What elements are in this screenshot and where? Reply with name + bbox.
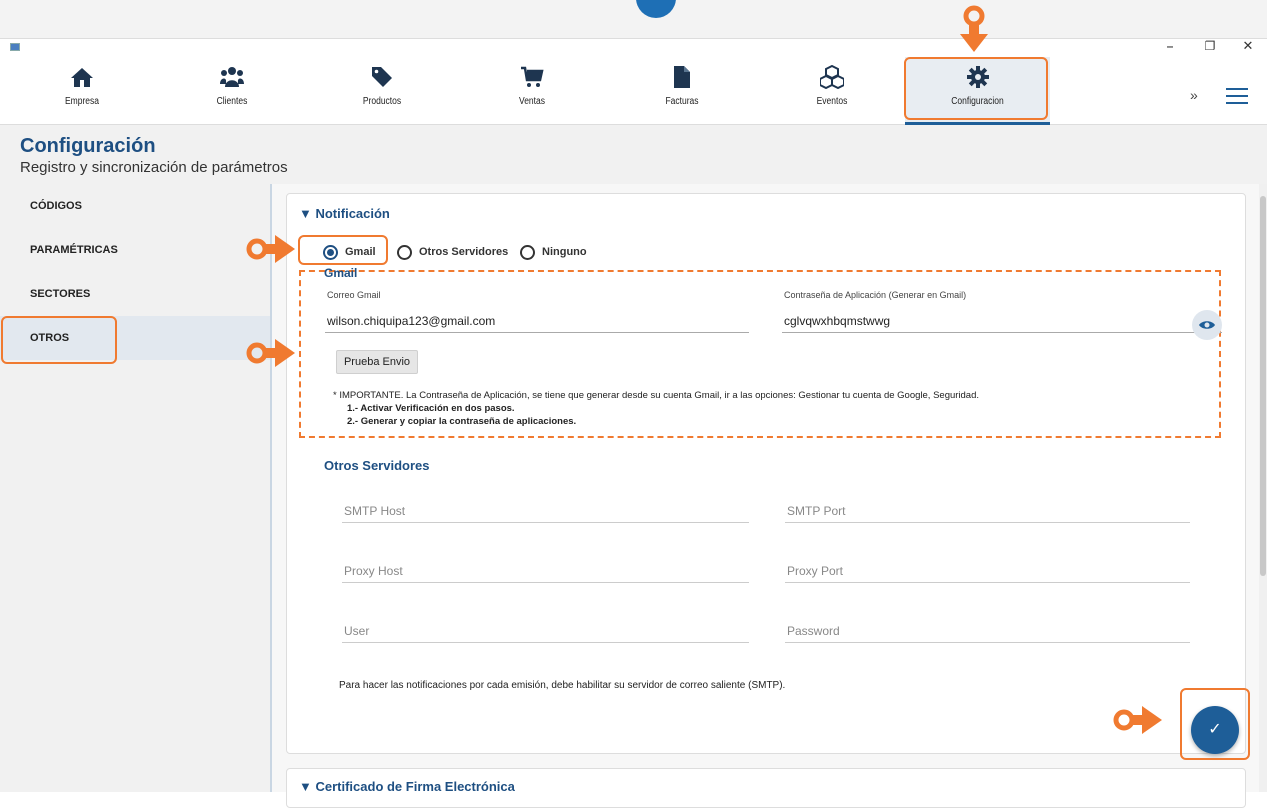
nav-empresa[interactable]: Empresa	[12, 57, 152, 123]
email-field[interactable]: wilson.chiquipa123@gmail.com	[327, 314, 495, 328]
nav-ventas[interactable]: Ventas	[462, 57, 602, 123]
password-input-underline	[785, 642, 1190, 643]
nav-label: Clientes	[216, 96, 248, 107]
nav-label: Facturas	[665, 96, 699, 107]
highlight-configuracion	[904, 57, 1048, 120]
sidebar-item-codigos[interactable]: CÓDIGOS	[0, 184, 270, 228]
sidebar-item-parametricas[interactable]: PARAMÉTRICAS	[0, 228, 270, 272]
smtp-host-input[interactable]: SMTP Host	[344, 504, 405, 518]
top-navigation: Empresa Clientes Productos Ventas Factur…	[0, 57, 1267, 125]
password-label: Contraseña de Aplicación (Generar en Gma…	[784, 290, 967, 300]
radio-ninguno[interactable]: Ninguno	[520, 244, 587, 260]
tags-icon	[372, 67, 392, 87]
arrow-right-icon	[246, 235, 295, 263]
nav-facturas[interactable]: Facturas	[612, 57, 752, 123]
eye-icon[interactable]	[1192, 310, 1222, 340]
page-title: Configuración	[20, 135, 156, 157]
title-bar: – ❐ ✕	[0, 37, 1267, 57]
home-icon	[71, 68, 93, 87]
radio-otros-servidores[interactable]: Otros Servidores	[397, 244, 508, 260]
cart-icon	[521, 66, 544, 87]
more-button[interactable]: »	[1190, 87, 1198, 103]
proxy-port-input[interactable]: Proxy Port	[787, 564, 843, 578]
page-subtitle: Registro y sincronización de parámetros	[20, 159, 288, 176]
test-send-button[interactable]: Prueba Envio	[336, 350, 418, 374]
step-1: 1.- Activar Verificación en dos pasos.	[347, 403, 515, 414]
page-header: Configuración Registro y sincronización …	[0, 125, 1267, 193]
proxy-host-input[interactable]: Proxy Host	[344, 564, 403, 578]
proxy-port-underline	[785, 582, 1190, 583]
certificate-card: ▼ Certificado de Firma Electrónica	[286, 768, 1246, 808]
notification-header[interactable]: ▼ Notificación	[299, 206, 390, 221]
password-field[interactable]: cglvqwxhbqmstwwg	[784, 314, 890, 328]
minimize-button[interactable]: –	[1160, 37, 1180, 55]
menu-icon[interactable]	[1226, 88, 1248, 109]
nav-label: Empresa	[64, 96, 99, 107]
smtp-host-underline	[342, 522, 749, 523]
password-input[interactable]: Password	[787, 624, 840, 638]
file-icon	[674, 66, 690, 88]
users-icon	[220, 67, 244, 87]
notification-card: ▼ Notificación Gmail Otros Servidores Ni…	[286, 193, 1250, 760]
cubes-icon	[820, 65, 844, 89]
gmail-title: Gmail	[324, 266, 358, 280]
highlight-gmail-radio	[298, 235, 388, 265]
nav-label: Productos	[362, 96, 402, 107]
background-decoration	[0, 0, 1267, 38]
nav-eventos[interactable]: Eventos	[762, 57, 902, 123]
user-input[interactable]: User	[344, 624, 369, 638]
certificate-header[interactable]: ▼ Certificado de Firma Electrónica	[299, 779, 515, 794]
step-2: 2.- Generar y copiar la contraseña de ap…	[347, 416, 577, 427]
smtp-port-underline	[785, 522, 1190, 523]
sidebar: CÓDIGOS PARAMÉTRICAS SECTORES OTROS	[0, 184, 272, 792]
email-underline	[325, 332, 749, 333]
proxy-host-underline	[342, 582, 749, 583]
important-note: * IMPORTANTE. La Contraseña de Aplicació…	[333, 390, 980, 401]
scrollbar[interactable]	[1259, 184, 1267, 792]
close-button[interactable]: ✕	[1238, 39, 1258, 54]
nav-clientes[interactable]: Clientes	[162, 57, 302, 123]
decorative-circle	[636, 0, 676, 18]
highlight-save	[1180, 688, 1250, 760]
nav-label: Ventas	[518, 96, 546, 107]
other-servers-title: Otros Servidores	[324, 458, 430, 473]
password-underline	[782, 332, 1222, 333]
arrow-right-icon	[246, 339, 295, 367]
main-content: ▼ Notificación Gmail Otros Servidores Ni…	[272, 184, 1267, 808]
smtp-note: Para hacer las notificaciones por cada e…	[339, 680, 786, 691]
email-label: Correo Gmail	[327, 290, 381, 300]
user-underline	[342, 642, 749, 643]
arrow-down-icon	[960, 5, 988, 52]
sidebar-item-sectores[interactable]: SECTORES	[0, 272, 270, 316]
nav-label: Eventos	[816, 96, 848, 107]
nav-productos[interactable]: Productos	[312, 57, 452, 123]
app-icon	[10, 43, 20, 51]
smtp-port-input[interactable]: SMTP Port	[787, 504, 845, 518]
app-window: – ❐ ✕ Empresa Clientes Productos Ventas …	[0, 37, 1267, 808]
arrow-right-icon	[1113, 706, 1162, 734]
restore-button[interactable]: ❐	[1200, 39, 1220, 53]
highlight-otros	[1, 316, 117, 364]
